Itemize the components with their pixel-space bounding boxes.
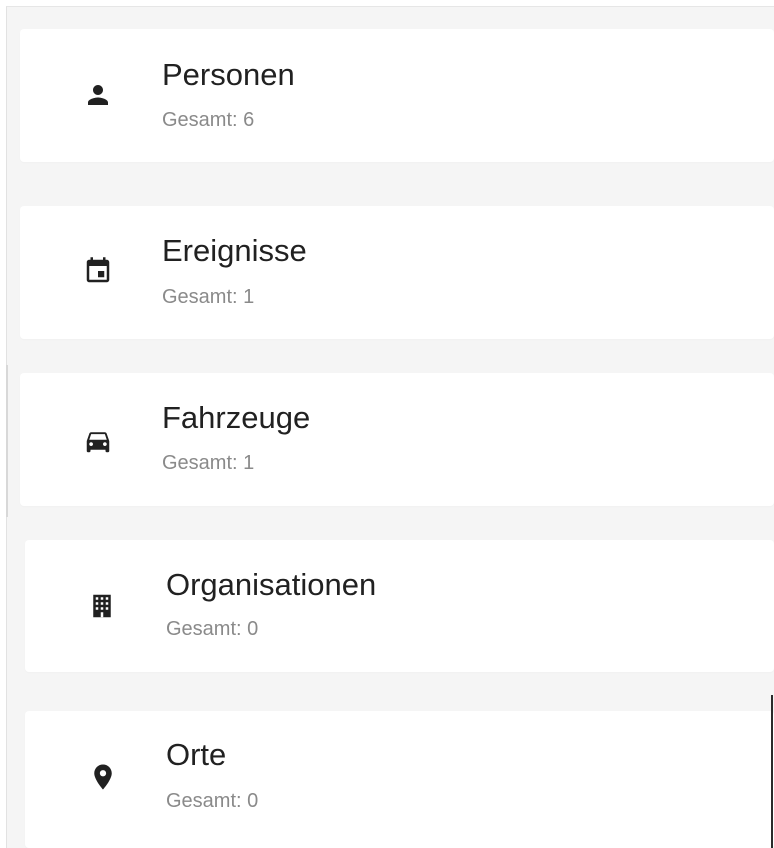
building-icon (82, 586, 122, 626)
car-icon (78, 421, 118, 461)
card-title: Personen (162, 57, 295, 92)
card-title: Fahrzeuge (162, 400, 311, 435)
card-count: Gesamt: 0 (166, 618, 259, 640)
card-count: Gesamt: 1 (162, 286, 255, 308)
person-icon (78, 75, 118, 115)
card-personen[interactable]: Personen Gesamt: 6 (20, 29, 774, 162)
card-organisationen[interactable]: Organisationen Gesamt: 0 (25, 540, 774, 672)
calendar-event-icon (78, 251, 118, 291)
card-fahrzeuge[interactable]: Fahrzeuge Gesamt: 1 (20, 373, 774, 506)
card-count: Gesamt: 6 (162, 109, 255, 131)
card-count: Gesamt: 1 (162, 452, 255, 474)
location-pin-icon (83, 757, 123, 797)
left-edge-divider (6, 365, 8, 517)
card-orte[interactable]: Orte Gesamt: 0 (25, 711, 774, 848)
card-count: Gesamt: 0 (166, 790, 259, 812)
card-title: Ereignisse (162, 233, 307, 268)
card-title: Orte (166, 737, 227, 772)
card-ereignisse[interactable]: Ereignisse Gesamt: 1 (20, 206, 774, 339)
right-edge-line (771, 695, 773, 848)
card-title: Organisationen (166, 567, 377, 602)
